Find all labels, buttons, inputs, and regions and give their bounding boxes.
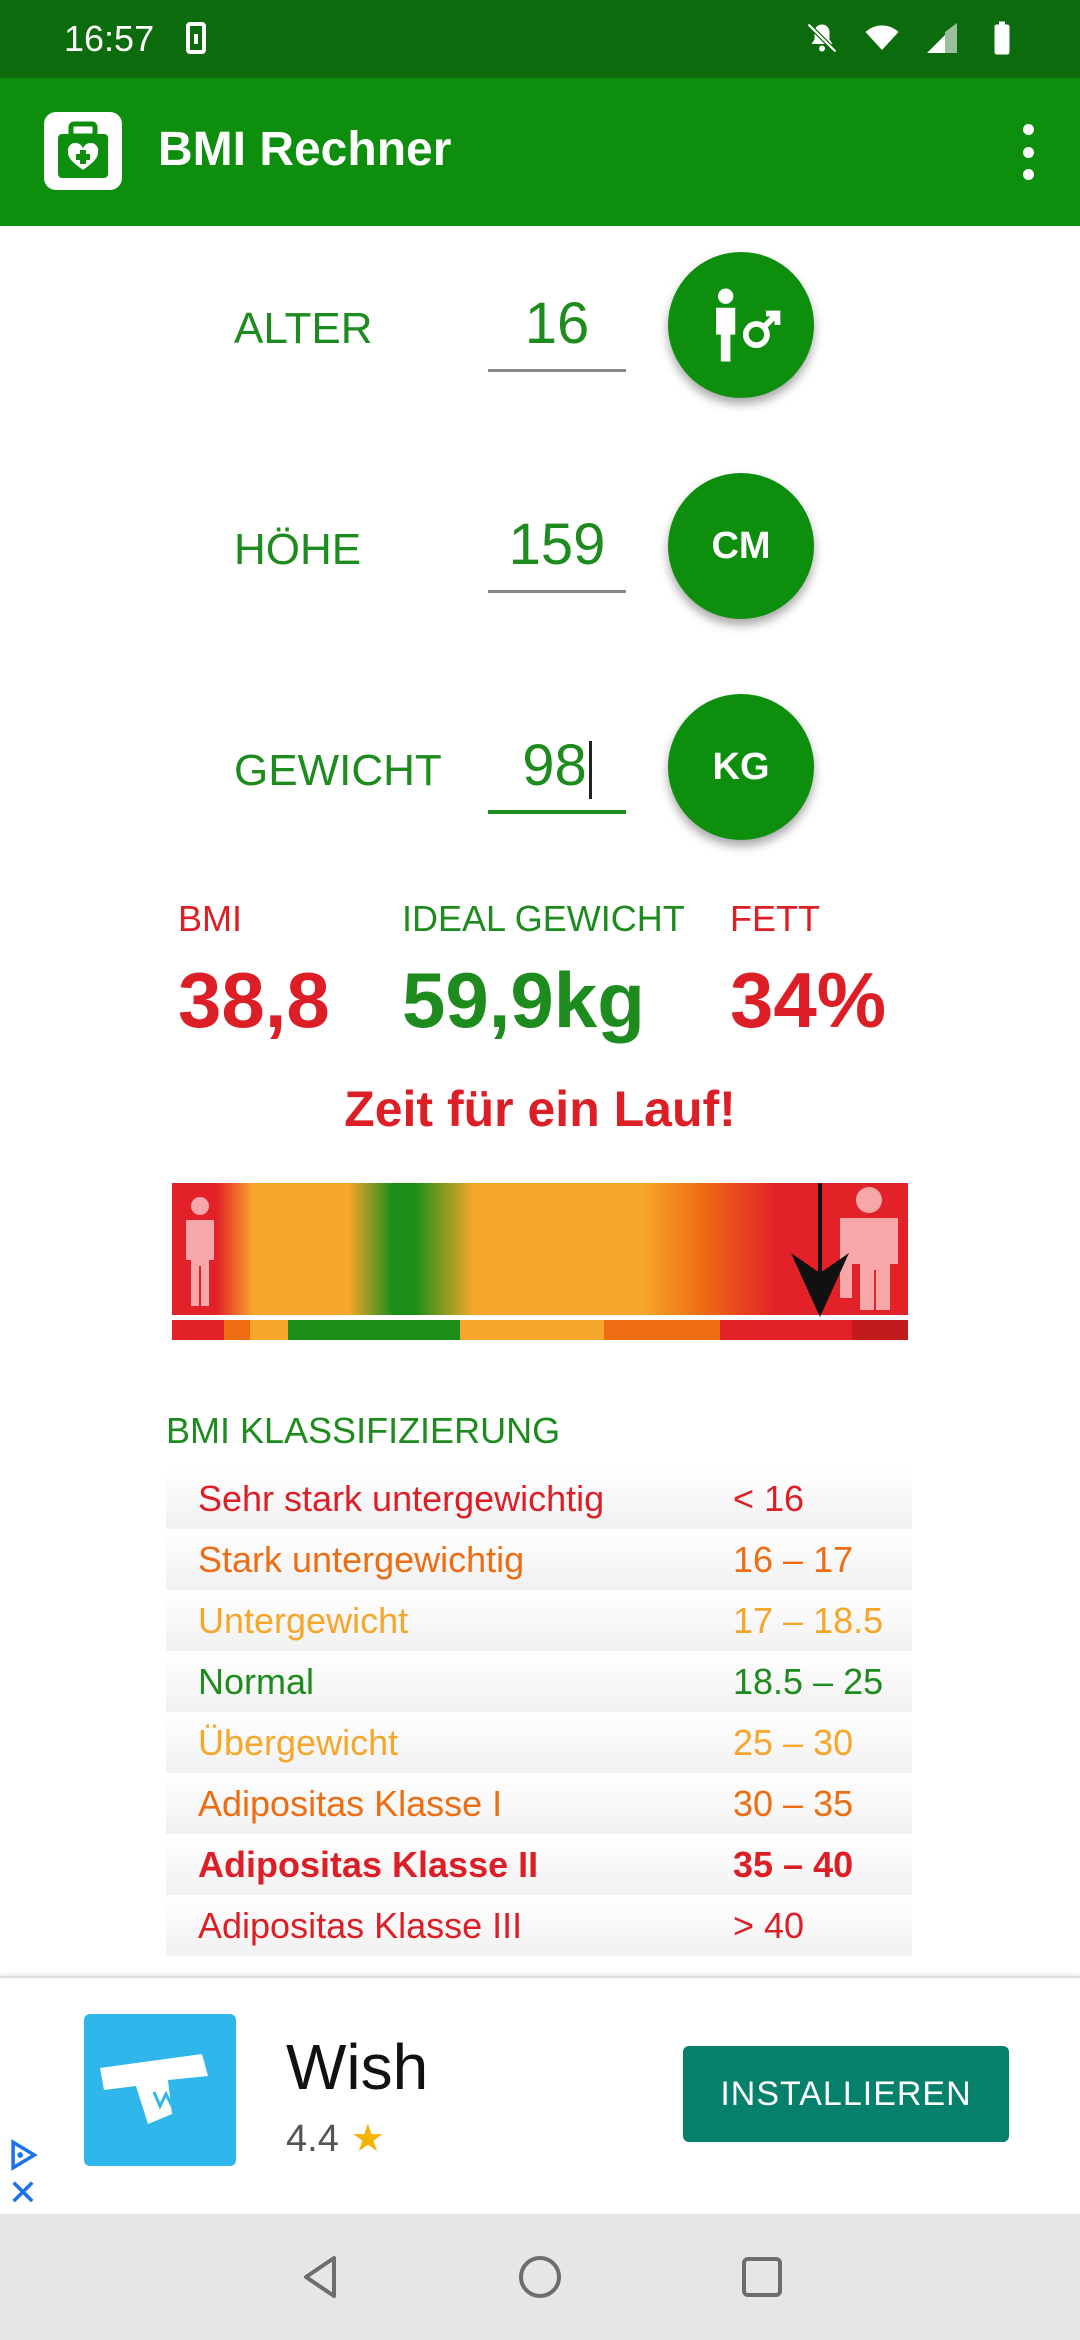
class-range: 16 – 17 <box>733 1539 854 1580</box>
screenshot-notification-icon <box>186 22 206 54</box>
ad-rating: 4.4 ★ <box>286 2116 385 2161</box>
class-name: Stark untergewichtig <box>198 1539 525 1580</box>
ideal-weight-value: 59,9kg <box>402 956 645 1044</box>
bmi-value: 38,8 <box>178 956 330 1044</box>
scale-segment <box>250 1320 288 1340</box>
weight-row: GEWICHT 98 KG <box>0 694 1080 844</box>
class-name: Adipositas Klasse III <box>198 1905 523 1946</box>
class-range: 30 – 35 <box>733 1783 854 1824</box>
scale-segment <box>720 1320 852 1340</box>
scale-segment <box>224 1320 250 1340</box>
status-icons <box>804 18 1020 58</box>
wish-app-icon[interactable] <box>84 2014 236 2166</box>
class-name: Adipositas Klasse II <box>198 1844 539 1885</box>
class-name: Adipositas Klasse I <box>198 1783 503 1824</box>
classification-row: Adipositas Klasse I 30 – 35 <box>166 1773 912 1834</box>
age-input[interactable]: 16 <box>488 282 626 372</box>
status-bar: 16:57 <box>0 0 1080 78</box>
scale-segment <box>604 1320 720 1340</box>
scale-segment <box>460 1320 604 1340</box>
ideal-weight-label: IDEAL GEWICHT <box>402 898 685 939</box>
home-icon[interactable] <box>513 2250 567 2304</box>
classification-row: Übergewicht 25 – 30 <box>166 1712 912 1773</box>
classification-table: Sehr stark untergewichtig < 16 Stark unt… <box>166 1468 912 1956</box>
back-icon[interactable] <box>294 2250 348 2304</box>
ad-banner[interactable]: Wish 4.4 ★ INSTALLIEREN ✕ <box>0 1976 1080 2214</box>
app-bar: BMI Rechner <box>0 78 1080 226</box>
scale-segment <box>288 1320 460 1340</box>
status-time: 16:57 <box>64 18 155 59</box>
height-row: HÖHE 159 CM <box>0 473 1080 623</box>
class-range: > 40 <box>733 1905 805 1946</box>
battery-icon <box>984 18 1020 58</box>
ad-choices-icon[interactable] <box>6 2138 40 2172</box>
ad-app-name[interactable]: Wish <box>286 2030 428 2104</box>
age-label: ALTER <box>234 304 373 353</box>
weight-label: GEWICHT <box>234 746 442 795</box>
classification-row-highlighted: Adipositas Klasse II 35 – 40 <box>166 1834 912 1895</box>
result-message: Zeit für ein Lauf! <box>344 1081 736 1137</box>
gender-button[interactable] <box>668 252 814 398</box>
text-cursor <box>588 740 592 799</box>
height-unit-button[interactable]: CM <box>668 473 814 619</box>
weight-value: 98 <box>522 733 587 798</box>
class-range: 18.5 – 25 <box>733 1661 884 1702</box>
weight-input[interactable]: 98 <box>488 724 626 814</box>
scale-segment <box>852 1320 908 1340</box>
class-range: 35 – 40 <box>733 1844 854 1885</box>
bmi-scale-segments <box>172 1320 908 1340</box>
app-logo-icon <box>44 112 122 190</box>
classification-row: Normal 18.5 – 25 <box>166 1651 912 1712</box>
height-label: HÖHE <box>234 525 362 574</box>
signal-icon <box>924 18 960 58</box>
class-name: Normal <box>198 1661 315 1702</box>
classification-title: BMI KLASSIFIZIERUNG <box>166 1410 561 1451</box>
classification-row: Untergewicht 17 – 18.5 <box>166 1590 912 1651</box>
ad-rating-value: 4.4 <box>286 2118 339 2160</box>
class-range: 17 – 18.5 <box>733 1600 884 1641</box>
fat-value: 34% <box>730 956 887 1044</box>
install-button[interactable]: INSTALLIEREN <box>683 2046 1009 2142</box>
age-row: ALTER 16 <box>0 252 1080 402</box>
ad-close-icon[interactable]: ✕ <box>6 2175 40 2211</box>
height-input[interactable]: 159 <box>488 503 626 593</box>
class-range: < 16 <box>733 1478 805 1519</box>
class-name: Sehr stark untergewichtig <box>198 1478 605 1519</box>
navigation-bar <box>0 2214 1080 2340</box>
bmi-marker-arrow-icon <box>791 1183 849 1317</box>
weight-unit-button[interactable]: KG <box>668 694 814 840</box>
wifi-icon <box>864 18 900 58</box>
app-title: BMI Rechner <box>158 123 452 176</box>
recents-icon[interactable] <box>735 2250 789 2304</box>
bmi-label: BMI <box>178 898 243 939</box>
classification-row: Stark untergewichtig 16 – 17 <box>166 1529 912 1590</box>
fat-label: FETT <box>730 898 820 939</box>
overflow-menu-icon[interactable] <box>1016 124 1040 180</box>
classification-row: Adipositas Klasse III > 40 <box>166 1895 912 1956</box>
class-name: Übergewicht <box>198 1722 399 1763</box>
male-gender-icon <box>716 288 781 362</box>
star-icon: ★ <box>350 2118 385 2160</box>
thin-person-icon <box>186 1197 214 1306</box>
class-range: 25 – 30 <box>733 1722 854 1763</box>
scale-segment <box>172 1320 224 1340</box>
notifications-off-icon <box>804 18 840 58</box>
class-name: Untergewicht <box>198 1600 409 1641</box>
classification-row: Sehr stark untergewichtig < 16 <box>166 1468 912 1529</box>
